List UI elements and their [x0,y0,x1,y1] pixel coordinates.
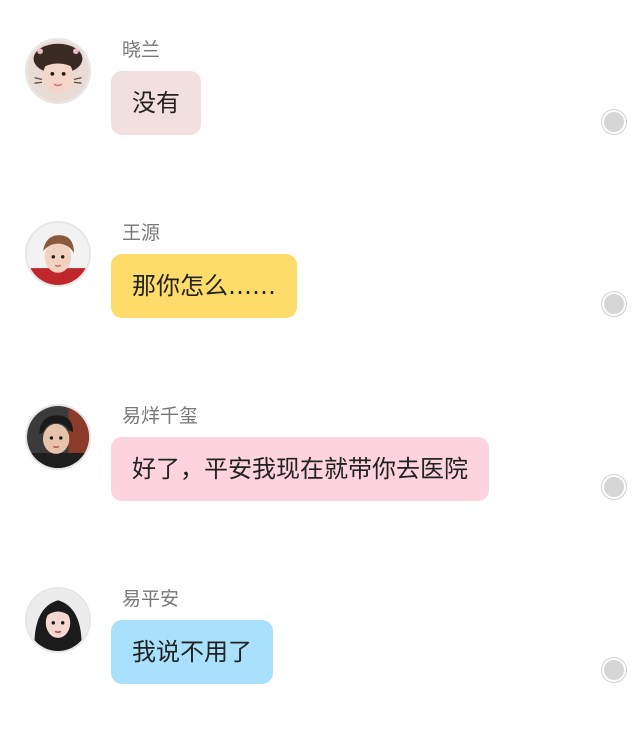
chat-message-4: 易平安 我说不用了 [0,587,640,737]
avatar-xiaolan[interactable] [25,38,91,104]
girl-face-avatar-icon [27,40,89,102]
chat-message-1: 晓兰 没有 [0,38,640,188]
sender-name: 王源 [122,222,161,244]
avatar-wangyuan[interactable] [25,221,91,287]
message-bubble[interactable]: 没有 [111,71,201,135]
sender-name: 晓兰 [122,39,161,61]
young-man-cap-avatar-icon [27,406,89,468]
avatar-yipingan[interactable] [25,587,91,653]
avatar-yiyangqianxi[interactable] [25,404,91,470]
young-man-avatar-icon [27,223,89,285]
chat-message-2: 王源 那你怎么…… [0,221,640,371]
chat-message-3: 易烊千玺 好了，平安我现在就带你去医院 [0,404,640,554]
sender-name: 易平安 [122,588,180,610]
message-bubble[interactable]: 那你怎么…… [111,254,297,318]
sender-name: 易烊千玺 [122,405,199,427]
status-dot-icon[interactable] [602,110,626,134]
message-bubble[interactable]: 好了，平安我现在就带你去医院 [111,437,489,501]
status-dot-icon[interactable] [602,292,626,316]
status-dot-icon[interactable] [602,658,626,682]
dark-hair-girl-avatar-icon [27,589,89,651]
status-dot-icon[interactable] [602,475,626,499]
message-bubble[interactable]: 我说不用了 [111,620,273,684]
